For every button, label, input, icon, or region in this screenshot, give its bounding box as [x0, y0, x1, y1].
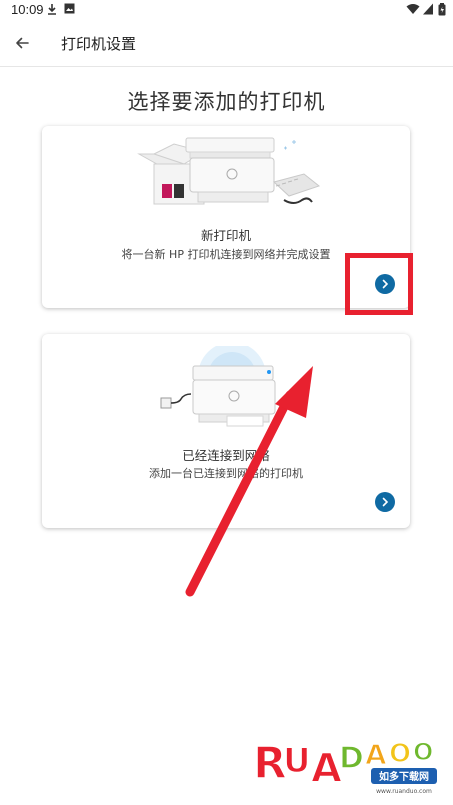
- pointer-arrow-annotation: [185, 366, 313, 597]
- svg-text:R: R: [253, 738, 287, 789]
- svg-text:U: U: [283, 741, 311, 781]
- svg-text:A: A: [365, 738, 387, 771]
- svg-text:www.ruanduo.com: www.ruanduo.com: [376, 788, 432, 795]
- svg-text:A: A: [311, 746, 342, 792]
- watermark-logo: R U A D A O O 如多下载网 www.ruanduo.com: [253, 737, 437, 795]
- svg-text:O: O: [413, 738, 433, 766]
- svg-text:D: D: [339, 741, 364, 776]
- svg-text:O: O: [389, 739, 411, 769]
- svg-text:如多下载网: 如多下载网: [379, 770, 429, 783]
